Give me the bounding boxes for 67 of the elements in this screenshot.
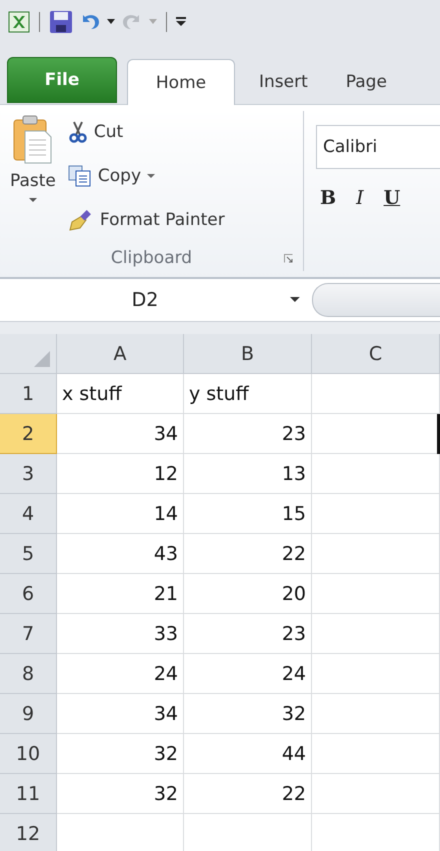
font-name-field[interactable]: Calibri: [316, 125, 440, 169]
column-header[interactable]: C: [312, 334, 440, 374]
row-header[interactable]: 8: [0, 654, 57, 694]
caret-icon: [147, 174, 156, 178]
row-header[interactable]: 2: [0, 414, 57, 454]
table-cell: 32: [57, 774, 184, 814]
table-cell: 12: [57, 454, 184, 494]
spreadsheet-app-icon[interactable]: [8, 11, 30, 33]
scissors-icon: [68, 121, 88, 143]
table-cell: y stuff: [184, 374, 312, 414]
row-header[interactable]: 10: [0, 734, 57, 774]
cell-selection-edge: [437, 414, 440, 454]
format-painter-button[interactable]: Format Painter: [66, 201, 227, 239]
table-cell: 22: [184, 774, 312, 814]
table-cell: 33: [57, 614, 184, 654]
table-cell: 21: [57, 574, 184, 614]
name-box[interactable]: D2: [0, 280, 290, 320]
row-header[interactable]: 12: [0, 814, 57, 851]
paintbrush-icon: [68, 208, 94, 232]
dropdown-arrow-icon: [149, 19, 157, 25]
table-cell: 23: [184, 614, 312, 654]
table-cell: 24: [184, 654, 312, 694]
caret-icon: [28, 198, 37, 203]
dialog-launcher-icon[interactable]: [284, 254, 293, 263]
table-cell: 24: [57, 654, 184, 694]
triangle-icon: [34, 351, 50, 367]
underline-button[interactable]: U: [380, 185, 404, 211]
row-header[interactable]: 7: [0, 614, 57, 654]
cut-button[interactable]: Cut: [66, 113, 227, 151]
column-header[interactable]: A: [57, 334, 184, 374]
table-cell: 43: [57, 534, 184, 574]
row-header[interactable]: 4: [0, 494, 57, 534]
formula-bar-handle[interactable]: [312, 283, 440, 317]
file-tab[interactable]: File: [7, 57, 117, 103]
ribbon-tab[interactable]: Home: [127, 59, 235, 105]
table-cell: 32: [184, 694, 312, 734]
dropdown-arrow-icon[interactable]: [290, 297, 300, 303]
customize-toolbar-icon[interactable]: [176, 17, 186, 27]
table-cell: x stuff: [57, 374, 184, 414]
row-header[interactable]: 1: [0, 374, 57, 414]
row-header[interactable]: 6: [0, 574, 57, 614]
row-header[interactable]: 5: [0, 534, 57, 574]
table-cell: 34: [57, 414, 184, 454]
group-label: Clipboard: [110, 248, 192, 268]
table-cell: 15: [184, 494, 312, 534]
copy-icon: [68, 165, 92, 187]
copy-button[interactable]: Copy: [66, 157, 227, 195]
row-header[interactable]: 9: [0, 694, 57, 734]
italic-button[interactable]: I: [352, 185, 368, 211]
table-cell: 32: [57, 734, 184, 774]
ribbon-tab[interactable]: Page: [332, 59, 401, 105]
table-cell: 23: [184, 414, 312, 454]
table-cell: 22: [184, 534, 312, 574]
row-header[interactable]: 11: [0, 774, 57, 814]
dropdown-arrow-icon[interactable]: [107, 19, 115, 25]
table-cell: 13: [184, 454, 312, 494]
column-header[interactable]: B: [184, 334, 312, 374]
table-cell: 44: [184, 734, 312, 774]
table-cell: 34: [57, 694, 184, 734]
bold-button[interactable]: B: [316, 185, 340, 211]
row-header[interactable]: 3: [0, 454, 57, 494]
ribbon-tab[interactable]: Insert: [245, 59, 322, 105]
table-cell: 20: [184, 574, 312, 614]
clipboard-icon: [12, 115, 53, 165]
table-cell: 14: [57, 494, 184, 534]
paste-button[interactable]: Paste: [6, 113, 60, 233]
save-icon[interactable]: [49, 10, 73, 34]
